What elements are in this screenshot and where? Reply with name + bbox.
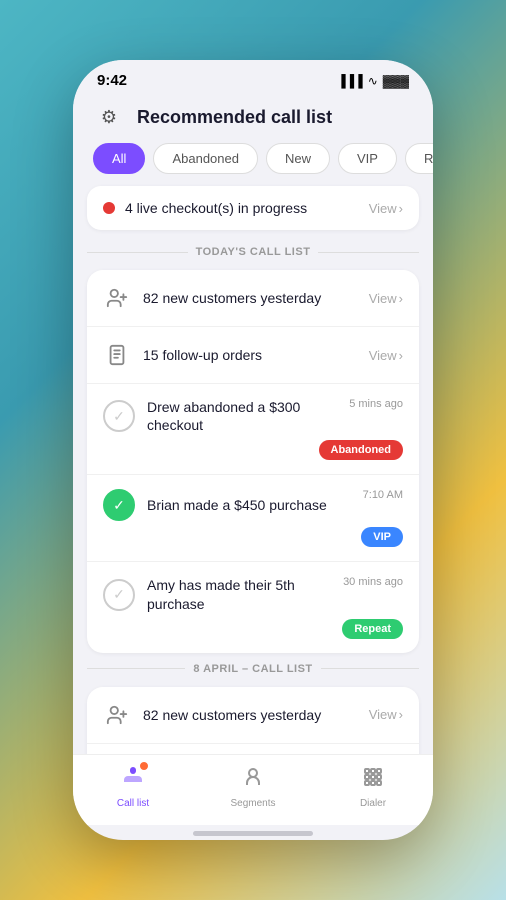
today-section-divider: TODAY'S CALL LIST — [87, 246, 419, 258]
call-item-drew: ✓ Drew abandoned a $300 checkout 5 mins … — [87, 383, 419, 474]
call-item-brian: ✓ Brian made a $450 purchase 7:10 AM VIP — [87, 474, 419, 561]
drew-check[interactable]: ✓ — [103, 400, 135, 432]
screen-content: ⚙ Recommended call list All Abandoned Ne… — [73, 89, 433, 754]
main-content: 4 live checkout(s) in progress View › TO… — [73, 186, 433, 754]
today-section-label: TODAY'S CALL LIST — [196, 246, 311, 258]
customers-text: 82 new customers yesterday — [143, 290, 321, 306]
drew-name: Drew abandoned a $300 checkout — [147, 398, 349, 434]
filter-tabs: All Abandoned New VIP Repeat — [73, 143, 433, 186]
call-item-amy: ✓ Amy has made their 5th purchase 30 min… — [87, 561, 419, 652]
status-bar: 9:42 ▐▐▐ ∿ ▓▓▓ — [73, 60, 433, 89]
tab-all[interactable]: All — [93, 143, 145, 174]
tab-new[interactable]: New — [266, 143, 330, 174]
header: ⚙ Recommended call list — [73, 89, 433, 143]
april-customers-view-link[interactable]: View › — [369, 707, 403, 722]
live-checkout-text: 4 live checkout(s) in progress — [125, 200, 307, 216]
customers-icon — [103, 284, 131, 312]
brian-name: Brian made a $450 purchase — [147, 496, 327, 514]
battery-icon: ▓▓▓ — [383, 74, 409, 88]
segments-label: Segments — [230, 798, 275, 809]
orders-text: 15 follow-up orders — [143, 347, 262, 363]
nav-dialer[interactable]: Dialer — [338, 765, 408, 809]
orders-icon — [103, 341, 131, 369]
nav-call-list[interactable]: Call list — [98, 765, 168, 809]
today-row-customers: 82 new customers yesterday View › — [87, 270, 419, 326]
home-indicator — [193, 831, 313, 836]
tab-repeat[interactable]: Repeat — [405, 143, 433, 174]
drew-time: 5 mins ago — [349, 398, 403, 410]
signal-icon: ▐▐▐ — [337, 74, 363, 88]
call-list-icon — [121, 765, 145, 795]
april-row-customers: 82 new customers yesterday View › — [87, 687, 419, 743]
live-view-link[interactable]: View › — [369, 201, 403, 216]
brian-time: 7:10 AM — [363, 489, 403, 501]
segments-icon — [241, 765, 265, 795]
dialer-label: Dialer — [360, 798, 386, 809]
live-banner: 4 live checkout(s) in progress View › — [87, 186, 419, 230]
amy-badge: Repeat — [342, 619, 403, 639]
gear-icon[interactable]: ⚙ — [93, 101, 125, 133]
tab-vip[interactable]: VIP — [338, 143, 397, 174]
dialer-icon — [361, 765, 385, 795]
orders-view-link[interactable]: View › — [369, 348, 403, 363]
april-section-label: 8 APRIL – CALL LIST — [193, 663, 312, 675]
call-list-label: Call list — [117, 798, 149, 809]
april-customers-text: 82 new customers yesterday — [143, 707, 321, 723]
amy-check[interactable]: ✓ — [103, 579, 135, 611]
live-banner-left: 4 live checkout(s) in progress — [103, 200, 307, 216]
today-row-orders: 15 follow-up orders View › — [87, 326, 419, 383]
april-row-orders: 15 follow-up orders View › — [87, 743, 419, 754]
phone-frame: 9:42 ▐▐▐ ∿ ▓▓▓ ⚙ Recommended call list A… — [73, 60, 433, 840]
wifi-icon: ∿ — [368, 74, 378, 88]
drew-badge: Abandoned — [319, 440, 404, 460]
april-card: 82 new customers yesterday View › — [87, 687, 419, 754]
status-icons: ▐▐▐ ∿ ▓▓▓ — [337, 74, 409, 88]
customers-view-link[interactable]: View › — [369, 291, 403, 306]
bottom-nav: Call list Segments — [73, 754, 433, 825]
status-time: 9:42 — [97, 72, 127, 89]
page-title: Recommended call list — [137, 107, 332, 128]
april-customers-icon — [103, 701, 131, 729]
notification-badge — [139, 761, 149, 771]
amy-time: 30 mins ago — [343, 576, 403, 588]
live-dot — [103, 202, 115, 214]
amy-name: Amy has made their 5th purchase — [147, 576, 343, 612]
brian-badge: VIP — [361, 527, 403, 547]
nav-segments[interactable]: Segments — [218, 765, 288, 809]
brian-check[interactable]: ✓ — [103, 489, 135, 521]
today-card: 82 new customers yesterday View › — [87, 270, 419, 653]
tab-abandoned[interactable]: Abandoned — [153, 143, 258, 174]
april-section-divider: 8 APRIL – CALL LIST — [87, 663, 419, 675]
